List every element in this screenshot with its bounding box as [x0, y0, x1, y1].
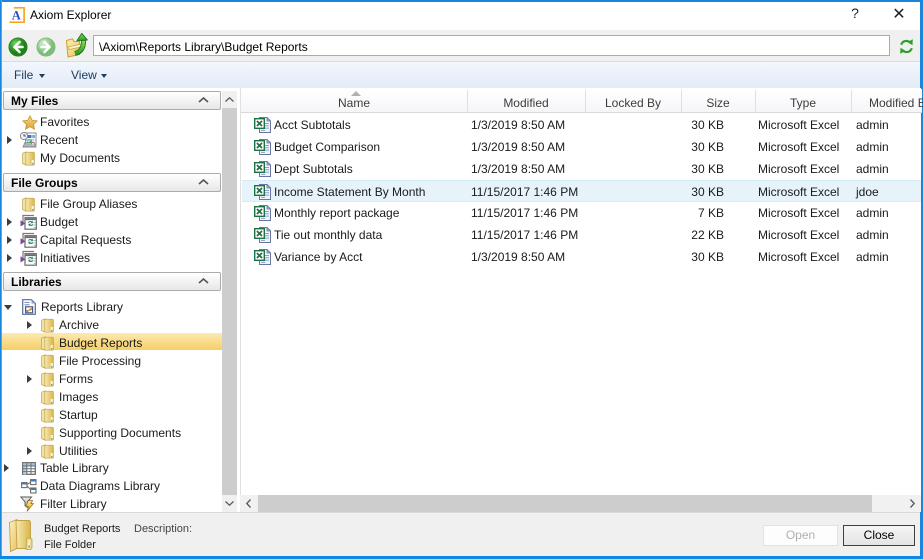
- svg-text:A: A: [12, 9, 21, 23]
